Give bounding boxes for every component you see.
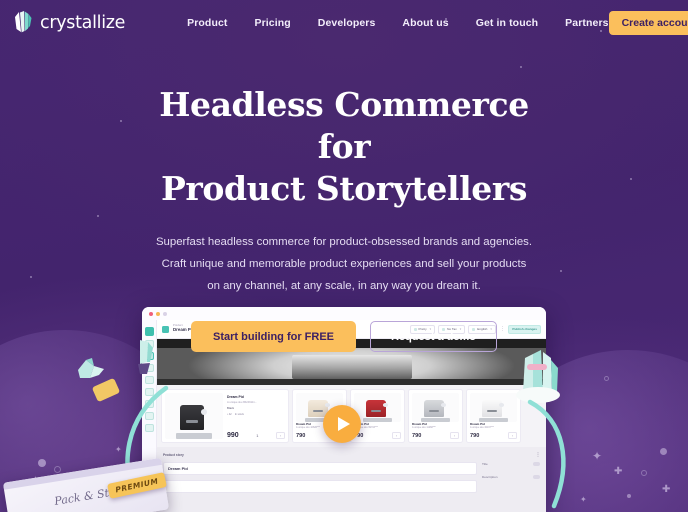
title-label-text: Title [482, 462, 488, 466]
floating-tag-icon [91, 377, 121, 403]
description-label-text: Description [482, 475, 498, 479]
sidebar-item-stats[interactable] [144, 400, 154, 408]
product-footer: 790 › [412, 430, 459, 439]
create-account-button[interactable]: Create account [608, 10, 688, 35]
espresso-machine-icon [420, 399, 451, 422]
play-icon [337, 417, 350, 431]
nav-item-pricing[interactable]: Pricing [255, 17, 291, 29]
product-footer: 990 1 › [227, 430, 285, 439]
story-side-panel: Title Description [482, 462, 540, 493]
product-thumbnail [165, 393, 223, 439]
hero-title-line-2: Product Storytellers [160, 169, 528, 209]
product-story-section: Product story ⋮ Dream Pid Title Descript… [157, 447, 546, 512]
page-title: Headless Commerce for Product Storytelle… [129, 84, 559, 211]
product-card[interactable]: Dream Pid A unique sku 32167*** 790 › [466, 389, 521, 443]
sidebar-item-settings[interactable] [144, 424, 154, 432]
espresso-machine-icon [362, 399, 393, 422]
stock-label: In stock [234, 412, 244, 416]
product-price: 790 [412, 432, 422, 439]
hero-paragraph: Superfast headless commerce for product-… [155, 235, 533, 293]
sidebar-item-orders[interactable] [144, 364, 154, 372]
product-title: Dream Pid [227, 395, 244, 399]
main-nav: Product Pricing Developers About us Get … [187, 17, 608, 29]
play-video-button[interactable] [323, 405, 361, 443]
photo-band-bottom [157, 379, 546, 385]
nav-item-developers[interactable]: Developers [318, 17, 376, 29]
site-header: crystallize Product Pricing Developers A… [0, 0, 688, 45]
logo[interactable]: crystallize [12, 10, 125, 35]
product-info: Dream Pid A unique sku 86249111... Black… [227, 393, 285, 439]
hero-cta-group: Start building for FREE Request a demo [0, 321, 688, 353]
nav-item-product[interactable]: Product [187, 17, 227, 29]
product-thumbnail [412, 393, 459, 422]
product-card-featured[interactable]: Dream Pid A unique sku 86249111... Black… [161, 389, 289, 443]
product-qty: 1 [256, 433, 259, 438]
nav-item-partners[interactable]: Partners [565, 17, 608, 29]
product-sku: A unique sku 32167*** [470, 426, 494, 429]
nav-item-get-in-touch[interactable]: Get in touch [476, 17, 538, 29]
product-price: 790 [296, 432, 306, 439]
hero-title-line-1: Headless Commerce for [159, 85, 529, 167]
stock-qty: • 42 [227, 412, 232, 416]
product-sku: A unique sku 11268*** [412, 426, 436, 429]
story-description-input[interactable] [163, 480, 477, 493]
photo-machine [291, 354, 412, 379]
product-stock: • 42 In stock [227, 413, 285, 416]
product-price: 990 [227, 432, 239, 439]
product-sku: A unique sku 99703*** [354, 426, 378, 429]
product-expand-icon[interactable]: › [392, 432, 401, 439]
story-description-label: Description [482, 475, 540, 479]
nav-item-about-us[interactable]: About us [402, 17, 448, 29]
product-card[interactable]: Dream Pid A unique sku 11268*** 790 › [408, 389, 463, 443]
request-demo-button[interactable]: Request a demo [370, 321, 497, 353]
story-heading: Product story ⋮ [163, 452, 540, 458]
hero-section: Headless Commerce for Product Storytelle… [0, 45, 688, 353]
logo-text: crystallize [40, 12, 126, 33]
sidebar-item-media[interactable] [144, 376, 154, 384]
product-sku: A unique sku 86249111... [227, 400, 257, 404]
espresso-machine-icon [175, 403, 213, 439]
header-actions: Create account Login [608, 10, 688, 35]
story-row: Dream Pid Title Description [163, 462, 540, 493]
product-variant: Black [227, 406, 235, 410]
product-price: 790 [470, 432, 480, 439]
floating-crystal-left-icon [78, 358, 104, 378]
title-toggle[interactable] [533, 462, 540, 466]
product-expand-icon[interactable]: › [275, 432, 285, 439]
product-footer: 790 › [470, 430, 517, 439]
product-thumbnail [470, 393, 517, 422]
start-building-button[interactable]: Start building for FREE [191, 321, 357, 353]
description-toggle[interactable] [533, 475, 540, 479]
story-title-input[interactable]: Dream Pid [163, 462, 477, 475]
sidebar-item-products[interactable] [144, 352, 154, 360]
product-expand-icon[interactable]: › [450, 432, 459, 439]
product-thumbnail [354, 393, 401, 422]
sidebar-item-users[interactable] [144, 412, 154, 420]
product-footer: 790 › [354, 430, 401, 439]
story-more-icon[interactable]: ⋮ [536, 452, 541, 458]
story-heading-label: Product story [163, 453, 184, 457]
product-expand-icon[interactable]: › [508, 432, 517, 439]
crystal-logo-icon [15, 11, 32, 33]
sidebar-item-topics[interactable] [144, 388, 154, 396]
story-title-label: Title [482, 462, 540, 466]
espresso-machine-icon [478, 399, 509, 422]
